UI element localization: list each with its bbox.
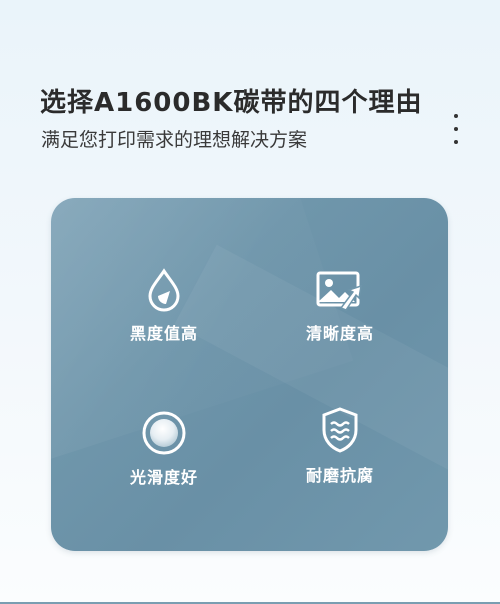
- page-title: 选择A1600BK碳带的四个理由: [40, 88, 423, 118]
- feature-item-durability: 耐磨抗腐: [260, 406, 420, 486]
- more-vertical-icon: [454, 114, 458, 118]
- image-clarity-icon: [316, 271, 362, 311]
- feature-label: 光滑度好: [129, 468, 198, 487]
- smooth-sphere-icon: [142, 411, 186, 455]
- feature-item-blackness: 黑度值高: [84, 268, 244, 344]
- more-vertical-icon-dot: [454, 140, 458, 144]
- shield-wave-icon: [322, 407, 358, 453]
- feature-item-clarity: 清晰度高: [260, 268, 420, 344]
- feature-label: 耐磨抗腐: [305, 466, 374, 485]
- feature-item-smoothness: 光滑度好: [84, 410, 244, 488]
- features-card: 黑度值高 清晰度高 光滑度好 耐磨抗腐: [51, 198, 448, 551]
- ink-drop-icon: [148, 268, 180, 312]
- feature-label: 清晰度高: [305, 324, 374, 343]
- page-subtitle: 满足您打印需求的理想解决方案: [41, 129, 308, 151]
- more-options-button[interactable]: [448, 114, 464, 144]
- feature-label: 黑度值高: [129, 324, 198, 343]
- more-vertical-icon-dot: [454, 127, 458, 131]
